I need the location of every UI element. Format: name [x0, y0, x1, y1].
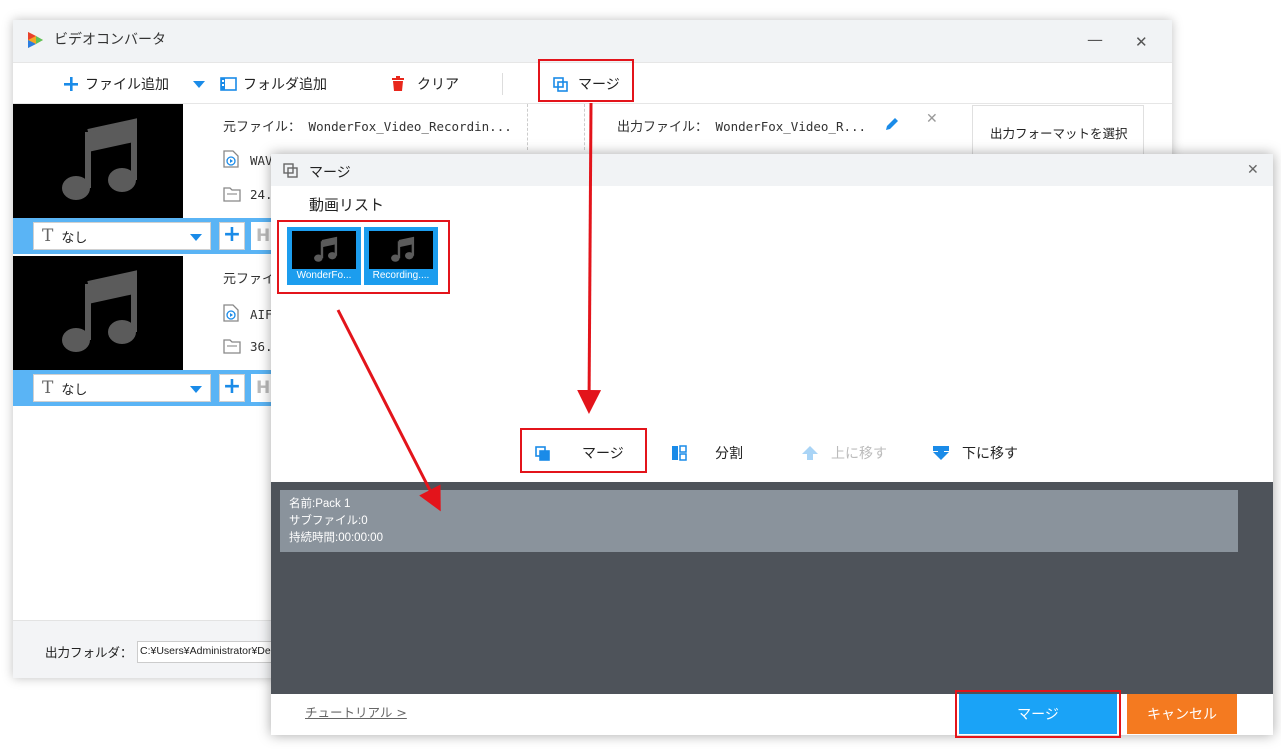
merge-dialog: マージ ✕ 動画リスト WonderFo... Recording.... マー…	[271, 154, 1273, 735]
add-file-label: ファイル追加	[85, 77, 169, 93]
arrow-down-icon	[932, 445, 950, 461]
film-folder-icon	[220, 76, 237, 92]
file-format: WAV	[250, 153, 273, 168]
music-note-icon	[314, 236, 338, 262]
music-note-icon	[62, 270, 137, 352]
add-subtitle-button[interactable]: +	[219, 222, 245, 250]
clear-label: クリア	[417, 77, 459, 93]
pencil-icon[interactable]	[884, 116, 900, 136]
text-t-icon: T	[42, 226, 54, 246]
output-format-title: 出力フォーマットを選択	[990, 126, 1128, 141]
move-up-label: 上に移す	[831, 446, 887, 462]
source-label: 元ファイ	[223, 272, 276, 287]
file-format: AIF	[250, 307, 273, 322]
clear-button[interactable]: クリア	[391, 63, 459, 105]
effects-button[interactable]: H	[251, 374, 273, 402]
minimize-button[interactable]: —	[1087, 30, 1103, 49]
arrow-up-icon	[801, 445, 819, 461]
merge-label: マージ	[578, 77, 620, 93]
video-list-item[interactable]: Recording....	[364, 227, 438, 285]
video-thumbnail	[13, 104, 183, 218]
split-icon	[671, 445, 687, 461]
merge-icon	[553, 76, 568, 92]
trash-icon	[391, 76, 405, 92]
file-size: 24.	[250, 187, 273, 202]
merge-icon	[535, 445, 550, 461]
subtitle-bar: T なし + H	[13, 218, 273, 254]
subtitle-dropdown[interactable]: T なし	[33, 222, 211, 250]
move-down-label: 下に移す	[962, 446, 1018, 462]
cancel-button[interactable]: キャンセル	[1127, 694, 1237, 734]
play-file-icon	[223, 150, 239, 172]
title-bar: ビデオコンバータ — ✕	[13, 20, 1172, 62]
effects-button[interactable]: H	[251, 222, 273, 250]
column-divider	[527, 104, 528, 150]
output-folder-path: C:¥Users¥Administrator¥De	[140, 645, 271, 657]
music-note-icon	[62, 118, 137, 200]
file-size: 36.	[250, 339, 273, 354]
output-folder-field[interactable]: C:¥Users¥Administrator¥De	[137, 641, 277, 663]
video-list-item[interactable]: WonderFo...	[287, 227, 361, 285]
pack-area: 名前:Pack 1 サブファイル:0 持続時間:00:00:00	[271, 482, 1273, 694]
folder-icon	[223, 186, 241, 206]
add-folder-label: フォルダ追加	[243, 77, 327, 93]
add-subtitle-button[interactable]: +	[219, 374, 245, 402]
subtitle-dropdown[interactable]: T なし	[33, 374, 211, 402]
video-thumbnail	[13, 256, 183, 370]
app-title: ビデオコンバータ	[54, 32, 166, 48]
toolbar: ファイル追加 フォルダ追加 クリア マージ	[13, 62, 1172, 104]
video-list-label: 動画リスト	[309, 196, 385, 214]
toolbar-divider	[502, 73, 503, 95]
video-name: WonderFo...	[296, 270, 352, 281]
merge-confirm-button[interactable]: マージ	[959, 694, 1117, 734]
text-t-icon: T	[42, 378, 54, 398]
pack-item[interactable]: 名前:Pack 1 サブファイル:0 持続時間:00:00:00	[280, 490, 1238, 552]
move-up-button[interactable]: 上に移す	[801, 426, 887, 480]
add-folder-button[interactable]: フォルダ追加	[220, 63, 327, 105]
output-label: 出力ファイル：	[617, 120, 709, 135]
close-button[interactable]: ✕	[1135, 33, 1148, 51]
tutorial-link[interactable]: チュートリアル >	[305, 702, 407, 721]
merge-action-button[interactable]: マージ	[535, 426, 624, 480]
chevron-down-icon	[190, 386, 202, 393]
merge-icon	[283, 163, 298, 182]
output-folder-label: 出力フォルダ：	[45, 645, 133, 660]
video-name: Recording....	[372, 270, 430, 281]
column-divider	[584, 104, 585, 150]
pack-subfile-count: サブファイル:0	[289, 515, 368, 527]
app-logo-icon	[25, 30, 45, 54]
merge-button[interactable]: マージ	[553, 63, 620, 105]
dialog-title-bar: マージ ✕	[271, 154, 1273, 186]
play-file-icon	[223, 304, 239, 326]
pack-duration: 持続時間:00:00:00	[289, 532, 383, 544]
merge-action-label: マージ	[582, 446, 624, 462]
dialog-footer: チュートリアル > マージ キャンセル	[271, 694, 1273, 735]
dialog-close-button[interactable]: ✕	[1247, 162, 1259, 178]
subtitle-value: なし	[61, 382, 88, 398]
music-note-icon	[391, 236, 415, 262]
plus-icon	[63, 76, 79, 92]
move-down-button[interactable]: 下に移す	[932, 426, 1018, 480]
chevron-down-icon	[190, 234, 202, 241]
pack-name: 名前:Pack 1	[289, 498, 351, 510]
output-filename: WonderFox_Video_R...	[715, 119, 867, 134]
folder-icon	[223, 338, 241, 358]
subtitle-value: なし	[61, 230, 88, 246]
dropdown-icon[interactable]	[193, 81, 205, 88]
source-filename: WonderFox_Video_Recordin...	[308, 119, 512, 134]
video-thumbnail	[369, 231, 433, 269]
split-action-label: 分割	[715, 446, 743, 462]
close-icon[interactable]: ✕	[926, 111, 938, 127]
video-thumbnail	[292, 231, 356, 269]
source-label: 元ファイル：	[223, 120, 302, 135]
split-action-button[interactable]: 分割	[671, 426, 743, 480]
dialog-title: マージ	[309, 165, 351, 181]
subtitle-bar: T なし + H	[13, 370, 273, 406]
add-file-button[interactable]: ファイル追加	[63, 63, 169, 105]
